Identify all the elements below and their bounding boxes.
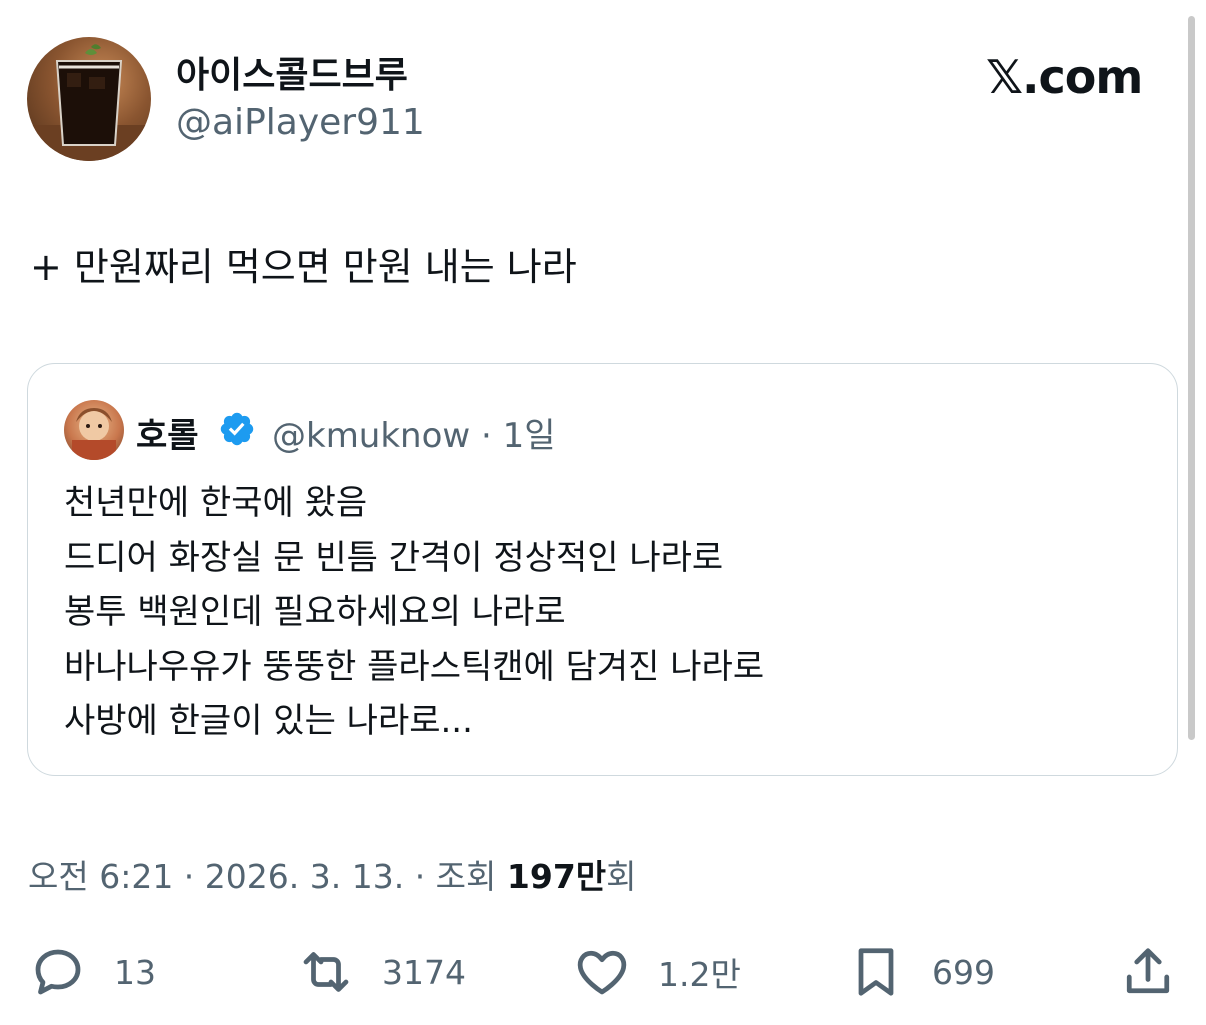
quoted-handle-and-time[interactable]: @kmuknow · 1일 [272, 408, 556, 457]
bookmark-icon [858, 948, 894, 996]
share-icon [1126, 948, 1170, 994]
views-count: 197 [506, 857, 576, 896]
retweet-button[interactable]: 3174 [296, 940, 466, 1004]
retweet-count: 3174 [382, 952, 466, 992]
author-avatar[interactable] [27, 37, 151, 161]
verified-badge-icon [220, 412, 254, 446]
bookmark-button[interactable]: 699 [846, 940, 995, 1004]
author-handle[interactable]: @aiPlayer911 [176, 102, 425, 143]
retweet-icon [303, 952, 349, 992]
iced-coffee-image [27, 44, 151, 161]
bookmark-count: 699 [932, 952, 995, 992]
views-label: 회 [606, 857, 637, 896]
quoted-line: 천년만에 한국에 왔음 [64, 483, 368, 523]
reply-button[interactable]: 13 [28, 940, 156, 1004]
like-button[interactable]: 1.2만 [572, 940, 741, 1004]
views-unit: 만 [575, 857, 607, 896]
like-count: 1.2만 [658, 955, 741, 994]
scrollbar[interactable] [1188, 16, 1195, 740]
quoted-line: 봉투 백원인데 필요하세요의 나라로 [64, 592, 566, 632]
reply-icon [35, 949, 81, 995]
quoted-line: 사방에 한글이 있는 나라로... [64, 701, 473, 741]
share-button[interactable] [1118, 940, 1178, 1004]
author-name[interactable]: 아이스콜드브루 [176, 46, 408, 98]
like-icon [577, 950, 627, 995]
quoted-author-name[interactable]: 호롤 [136, 408, 199, 457]
quoted-text: 천년만에 한국에 왔음 드디어 화장실 문 빈틈 간격이 정상적인 나라로 봉투… [64, 476, 764, 749]
reply-count: 13 [114, 952, 156, 992]
time-date[interactable]: 오전 6:21 · 2026. 3. 13. · 조회 [28, 857, 507, 896]
tweet-timestamp[interactable]: 오전 6:21 · 2026. 3. 13. · 조회 197만회 [28, 850, 637, 898]
quoted-tweet-card[interactable]: 호롤 @kmuknow · 1일 천년만에 한국에 왔음 드디어 화장실 문 빈… [27, 363, 1178, 776]
tweet-text: + 만원짜리 먹으면 만원 내는 나라 [30, 245, 577, 289]
quoted-author-avatar[interactable] [64, 400, 124, 460]
quoted-line: 드디어 화장실 문 빈틈 간격이 정상적인 나라로 [64, 537, 724, 578]
x-brand-logo: 𝕏.com [986, 50, 1143, 104]
quoted-line: 바나나우유가 뚱뚱한 플라스틱캔에 담겨진 나라로 [64, 646, 765, 687]
avatar-photo [72, 408, 116, 460]
